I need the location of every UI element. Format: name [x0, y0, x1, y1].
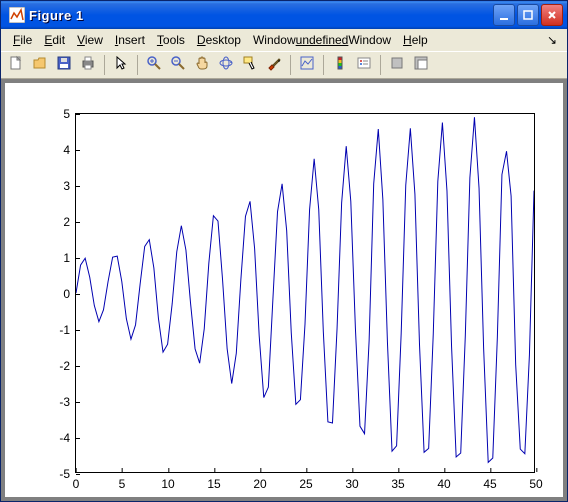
minimize-button[interactable] — [493, 4, 515, 26]
brush-icon — [266, 55, 282, 76]
pointer-icon — [113, 55, 129, 76]
zoom-in-button[interactable] — [143, 54, 165, 76]
menu-insert[interactable]: Insert — [109, 31, 151, 49]
x-tick-label: 5 — [119, 478, 126, 490]
menu-help[interactable]: Help — [397, 31, 434, 49]
x-tick-label: 50 — [529, 478, 542, 490]
x-tick-label: 20 — [253, 478, 266, 490]
y-tick-label: 3 — [63, 180, 70, 192]
x-tick-label: 30 — [345, 478, 358, 490]
hide-plot-tools-button[interactable] — [386, 54, 408, 76]
menu-tools[interactable]: Tools — [151, 31, 191, 49]
brush-button[interactable] — [263, 54, 285, 76]
zoom-out-icon — [170, 55, 186, 76]
toolbar-separator — [137, 55, 138, 75]
colorbar-icon — [332, 55, 348, 76]
open-folder-icon — [32, 55, 48, 76]
y-tick-label: 0 — [63, 288, 70, 300]
edit-plot-button[interactable] — [110, 54, 132, 76]
zoom-out-button[interactable] — [167, 54, 189, 76]
open-file-button[interactable] — [29, 54, 51, 76]
rotate-3d-icon — [218, 55, 234, 76]
rotate-3d-button[interactable] — [215, 54, 237, 76]
close-button[interactable] — [541, 4, 563, 26]
x-tick-label: 15 — [207, 478, 220, 490]
insert-colorbar-button[interactable] — [329, 54, 351, 76]
y-tick-label: 5 — [63, 108, 70, 120]
menu-file[interactable]: File — [7, 31, 38, 49]
y-tick-label: -3 — [59, 396, 70, 408]
y-tick-label: -5 — [59, 468, 70, 480]
x-tick-label: 25 — [299, 478, 312, 490]
x-tick-label: 0 — [73, 478, 80, 490]
x-tick-label: 40 — [437, 478, 450, 490]
figure-canvas-container: -5-4-3-2-1012345 05101520253035404550 — [1, 79, 567, 501]
y-tick-label: -1 — [59, 324, 70, 336]
menu-bar: File Edit View Insert Tools Desktop Wind… — [1, 29, 567, 51]
menu-edit[interactable]: Edit — [38, 31, 71, 49]
title-bar[interactable]: Figure 1 — [1, 1, 567, 29]
menu-window[interactable]: WindowundefinedWindow — [247, 31, 397, 49]
new-figure-button[interactable] — [5, 54, 27, 76]
hand-icon — [194, 55, 210, 76]
save-figure-button[interactable] — [53, 54, 75, 76]
figure-window: Figure 1 File Edit View Insert Tools Des… — [0, 0, 568, 502]
line-plot — [76, 114, 534, 472]
x-tick-label: 35 — [391, 478, 404, 490]
print-figure-button[interactable] — [77, 54, 99, 76]
figure-toolbar — [1, 51, 567, 79]
show-plot-tools-button[interactable] — [410, 54, 432, 76]
x-tick-label: 10 — [161, 478, 174, 490]
toolbar-separator — [104, 55, 105, 75]
y-tick-label: 4 — [63, 144, 70, 156]
link-plot-icon — [299, 55, 315, 76]
toolbar-separator — [323, 55, 324, 75]
pan-button[interactable] — [191, 54, 213, 76]
menu-desktop[interactable]: Desktop — [191, 31, 247, 49]
window-title: Figure 1 — [29, 8, 491, 23]
hide-tools-icon — [389, 55, 405, 76]
maximize-button[interactable] — [517, 4, 539, 26]
toolbar-separator — [290, 55, 291, 75]
axes[interactable]: -5-4-3-2-1012345 05101520253035404550 — [75, 113, 535, 473]
figure-canvas[interactable]: -5-4-3-2-1012345 05101520253035404550 — [5, 83, 563, 497]
y-tick-label: 1 — [63, 252, 70, 264]
show-tools-icon — [413, 55, 429, 76]
dock-corner-icon[interactable]: ↘ — [543, 33, 561, 47]
matlab-figure-icon — [9, 7, 25, 23]
y-tick-label: 2 — [63, 216, 70, 228]
toolbar-separator — [380, 55, 381, 75]
link-plot-button[interactable] — [296, 54, 318, 76]
printer-icon — [80, 55, 96, 76]
floppy-disk-icon — [56, 55, 72, 76]
new-file-icon — [8, 55, 24, 76]
y-tick-label: -2 — [59, 360, 70, 372]
data-cursor-icon — [242, 55, 258, 76]
legend-icon — [356, 55, 372, 76]
insert-legend-button[interactable] — [353, 54, 375, 76]
zoom-in-icon — [146, 55, 162, 76]
y-tick-label: -4 — [59, 432, 70, 444]
menu-view[interactable]: View — [71, 31, 109, 49]
x-tick-label: 45 — [483, 478, 496, 490]
data-cursor-button[interactable] — [239, 54, 261, 76]
